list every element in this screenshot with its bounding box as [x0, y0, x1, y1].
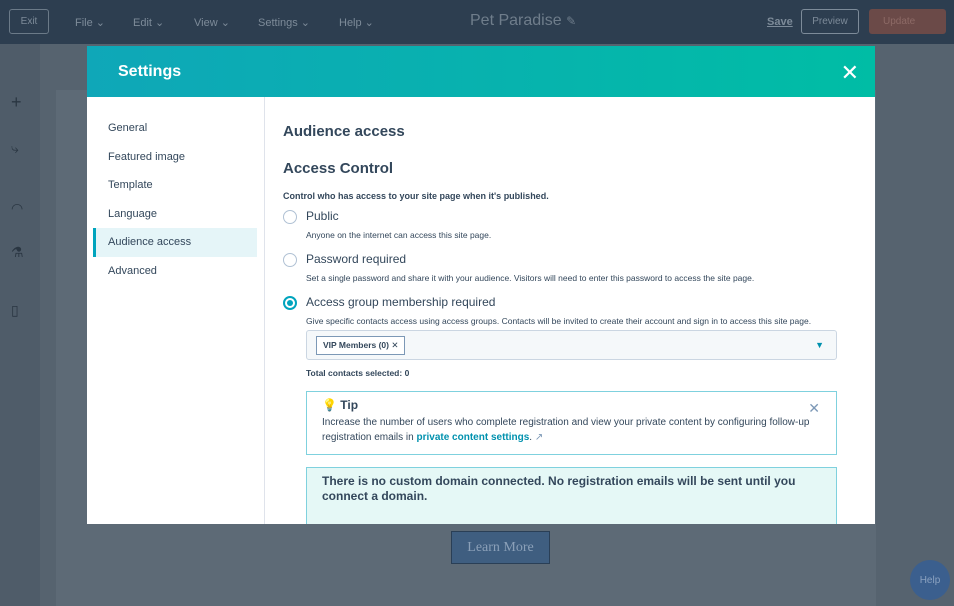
option-desc: Anyone on the internet can access this s… — [306, 230, 492, 240]
external-link-icon: ↗ — [534, 432, 544, 443]
menu-help[interactable]: Help ⌄ — [339, 16, 374, 29]
page-title[interactable]: Pet Paradise ✎ — [470, 12, 576, 30]
top-bar: Exit File ⌄ Edit ⌄ View ⌄ Settings ⌄ Hel… — [0, 0, 954, 44]
left-toolbar: + ⤷ ◠ ⚗ ▯ — [0, 44, 40, 606]
menu-file[interactable]: File ⌄ — [75, 16, 105, 29]
tip-text: Increase the number of users who complet… — [322, 417, 810, 443]
settings-content: Audience access Access Control Control w… — [283, 97, 875, 524]
update-button[interactable]: Update — [869, 9, 946, 34]
learn-more-button[interactable]: Learn More — [451, 531, 550, 564]
intro-text: Control who has access to your site page… — [283, 191, 549, 201]
option-label: Password required — [306, 252, 407, 266]
option-access-group[interactable]: Access group membership required Give sp… — [283, 295, 875, 330]
exit-button[interactable]: Exit — [9, 9, 49, 34]
radio-password[interactable] — [283, 253, 297, 267]
option-label: Public — [306, 209, 339, 223]
modal-title: Settings — [118, 62, 182, 80]
tip-box: 💡 Tip Increase the number of users who c… — [306, 391, 837, 455]
option-label: Access group membership required — [306, 295, 496, 309]
option-password[interactable]: Password required Set a single password … — [283, 252, 875, 287]
gauge-icon[interactable]: ◠ — [11, 200, 23, 217]
access-control-heading: Access Control — [283, 160, 394, 177]
nav-advanced[interactable]: Advanced — [93, 257, 257, 286]
tip-end: . — [529, 432, 533, 443]
preview-button[interactable]: Preview — [801, 9, 859, 34]
option-public[interactable]: Public Anyone on the internet can access… — [283, 209, 875, 244]
help-button[interactable]: Help — [910, 560, 950, 600]
menu-settings[interactable]: Settings ⌄ — [258, 16, 310, 29]
domain-warning: There is no custom domain connected. No … — [306, 467, 837, 524]
flask-icon[interactable]: ⚗ — [11, 244, 24, 261]
nav-general[interactable]: General — [93, 114, 257, 143]
modal-header: Settings — [87, 46, 875, 97]
save-button[interactable]: Save — [767, 16, 793, 28]
nav-template[interactable]: Template — [93, 171, 257, 200]
option-desc: Give specific contacts access using acce… — [306, 316, 812, 326]
nav-featured-image[interactable]: Featured image — [93, 143, 257, 172]
menu-edit[interactable]: Edit ⌄ — [133, 16, 164, 29]
close-tip-icon[interactable]: ✕ — [808, 400, 820, 417]
radio-access-group[interactable] — [283, 296, 297, 310]
private-content-settings-link[interactable]: private content settings — [416, 432, 529, 443]
option-desc: Set a single password and share it with … — [306, 273, 755, 283]
tag-vip-members: VIP Members (0) ✕ — [316, 336, 406, 355]
structure-icon[interactable]: ⤷ — [11, 140, 19, 157]
remove-tag-icon[interactable]: ✕ — [391, 340, 398, 350]
settings-nav: General Featured image Template Language… — [87, 97, 265, 524]
add-icon[interactable]: + — [11, 92, 22, 113]
close-icon[interactable]: ✕ — [841, 60, 859, 86]
tip-title: Tip — [340, 398, 359, 412]
menu-view[interactable]: View ⌄ — [194, 16, 230, 29]
total-contacts: Total contacts selected: 0 — [306, 368, 410, 378]
lightbulb-icon: 💡 — [322, 398, 337, 412]
access-group-select[interactable]: VIP Members (0) ✕ ▼ — [306, 330, 837, 360]
settings-modal: Settings ✕ General Featured image Templa… — [87, 46, 875, 524]
nav-language[interactable]: Language — [93, 200, 257, 229]
pencil-icon[interactable]: ✎ — [566, 14, 576, 28]
radio-public[interactable] — [283, 210, 297, 224]
nav-audience-access[interactable]: Audience access — [93, 228, 257, 257]
section-heading: Audience access — [283, 123, 405, 140]
page-icon[interactable]: ▯ — [11, 302, 19, 319]
chevron-down-icon[interactable]: ▼ — [815, 340, 824, 350]
